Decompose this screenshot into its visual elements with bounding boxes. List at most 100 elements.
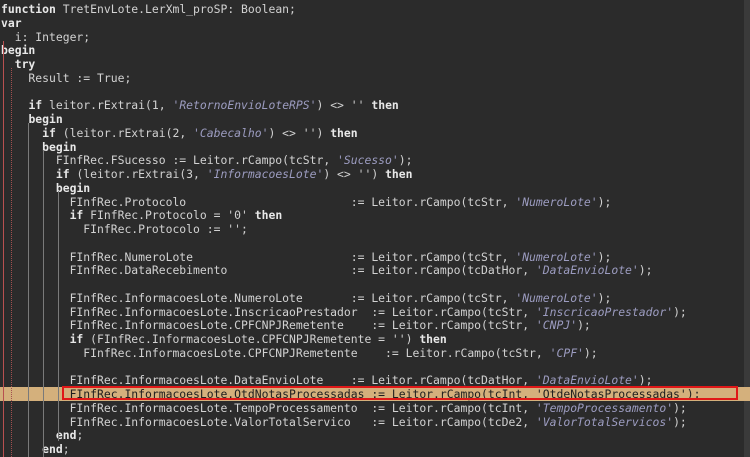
code-string: 'InformacoesLote'	[206, 167, 324, 181]
code-keyword: end	[55, 428, 77, 443]
code-line[interactable]: FInfRec.InformacoesLote.ValorTotalServic…	[0, 415, 750, 429]
code-keyword: then	[371, 98, 399, 113]
code-line[interactable]: FInfRec.InformacoesLote.InscricaoPrestad…	[0, 305, 750, 319]
code-keyword: begin	[42, 139, 77, 154]
code-text: FInfRec.NumeroLote := Leitor.rCampo(tcSt…	[1, 249, 516, 264]
code-text: FInfRec.FSucesso := Leitor.rCampo(tcStr,	[1, 153, 338, 168]
code-text: );	[597, 194, 612, 209]
code-keyword: begin	[28, 112, 63, 126]
code-text: ) <> ''	[316, 98, 372, 113]
code-string: 'TempoProcessamento'	[535, 400, 674, 415]
code-keyword: then	[419, 332, 447, 346]
code-text: );	[686, 387, 701, 401]
code-line[interactable]: begin	[0, 181, 750, 195]
code-string: 'DataEnvioLote'	[535, 373, 639, 388]
code-keyword: var	[1, 15, 22, 30]
code-line[interactable]: begin	[0, 112, 750, 126]
code-text: );	[673, 304, 687, 319]
code-keyword: if	[69, 332, 84, 346]
code-keyword: then	[330, 125, 358, 140]
code-line[interactable]	[0, 277, 750, 291]
code-line[interactable]: if leitor.rExtrai(1, 'RetornoEnvioLoteRP…	[0, 98, 750, 112]
code-text: (leitor.rExtrai(2,	[55, 125, 194, 140]
code-line[interactable]	[0, 236, 750, 250]
code-text: FInfRec.InformacoesLote.QtdNotasProcessa…	[1, 387, 536, 401]
code-keyword: then	[385, 167, 413, 181]
code-text: TretEnvLote.LerXml_proSP: Boolean;	[55, 2, 296, 16]
code-string: 'CNPJ'	[535, 318, 578, 333]
code-text: FInfRec.InformacoesLote.CPFCNPJRemetente…	[1, 345, 550, 360]
code-text: FInfRec.InformacoesLote.CPFCNPJRemetente…	[1, 318, 536, 333]
code-line[interactable]: end;	[0, 442, 750, 456]
code-line[interactable]: FInfRec.Protocolo := '';	[0, 222, 750, 236]
code-line[interactable]: FInfRec.InformacoesLote.TempoProcessamen…	[0, 401, 750, 415]
code-line[interactable]: FInfRec.InformacoesLote.CPFCNPJRemetente…	[0, 346, 750, 360]
code-string: 'RetornoEnvioLoteRPS'	[172, 98, 317, 113]
code-text: );	[597, 249, 612, 264]
code-text: FInfRec.InformacoesLote.DataEnvioLote :=…	[1, 373, 536, 388]
code-line[interactable]: end;	[0, 428, 750, 442]
code-keyword: if	[69, 208, 84, 223]
code-keyword: begin	[55, 180, 91, 195]
code-string: 'ValorTotalServicos'	[535, 414, 674, 429]
code-keyword: if	[42, 125, 56, 140]
code-text: FInfRec.DataRecebimento := Leitor.rCampo…	[1, 263, 536, 278]
code-text: Result := True;	[1, 70, 132, 85]
code-line[interactable]: if (FInfRec.InformacoesLote.CPFCNPJRemet…	[0, 332, 750, 346]
code-text: ) <> '')	[268, 125, 331, 140]
code-text: FInfRec.InformacoesLote.ValorTotalServic…	[1, 414, 536, 429]
code-string: 'InscricaoPrestador'	[535, 304, 674, 319]
code-keyword: then	[254, 208, 283, 223]
code-editor[interactable]: function TretEnvLote.LerXml_proSP: Boole…	[0, 0, 750, 457]
code-line[interactable]: FInfRec.InformacoesLote.NumeroLote := Le…	[0, 291, 750, 305]
code-line[interactable]	[0, 360, 750, 374]
code-text: i: Integer;	[1, 29, 91, 44]
code-line[interactable]: FInfRec.DataRecebimento := Leitor.rCampo…	[0, 263, 750, 277]
code-line[interactable]: FInfRec.InformacoesLote.QtdNotasProcessa…	[0, 387, 750, 401]
code-line[interactable]: if FInfRec.Protocolo = '0' then	[0, 208, 750, 222]
code-text: );	[583, 345, 598, 360]
code-line[interactable]: FInfRec.Protocolo := Leitor.rCampo(tcStr…	[0, 195, 750, 209]
code-text: FInfRec.Protocolo := '';	[1, 222, 248, 236]
code-line[interactable]: i: Integer;	[0, 30, 750, 44]
code-keyword: if	[28, 98, 43, 113]
code-keyword: try	[14, 57, 36, 71]
code-text: FInfRec.Protocolo = '0'	[83, 208, 255, 223]
code-text: );	[673, 400, 687, 415]
code-string: 'CPF'	[549, 345, 584, 360]
code-line[interactable]: begin	[0, 43, 750, 57]
code-line[interactable]: try	[0, 57, 750, 71]
code-line[interactable]: begin	[0, 140, 750, 154]
code-text: (FInfRec.InformacoesLote.CPFCNPJRemetent…	[83, 332, 420, 346]
code-keyword: if	[55, 167, 70, 181]
code-line[interactable]: if (leitor.rExtrai(3, 'InformacoesLote')…	[0, 167, 750, 181]
code-line[interactable]: function TretEnvLote.LerXml_proSP: Boole…	[0, 2, 750, 16]
code-line[interactable]	[0, 85, 750, 99]
code-line[interactable]: if (leitor.rExtrai(2, 'Cabecalho') <> ''…	[0, 126, 750, 140]
code-text: FInfRec.Protocolo := Leitor.rCampo(tcStr…	[1, 194, 516, 209]
code-line[interactable]: Result := True;	[0, 71, 750, 85]
code-line[interactable]: var	[0, 16, 750, 30]
code-text: FInfRec.InformacoesLote.TempoProcessamen…	[1, 400, 536, 415]
code-line[interactable]: FInfRec.FSucesso := Leitor.rCampo(tcStr,…	[0, 153, 750, 167]
code-text: FInfRec.InformacoesLote.InscricaoPrestad…	[1, 304, 536, 319]
code-text: ;	[62, 442, 70, 456]
code-text: FInfRec.InformacoesLote.NumeroLote := Le…	[1, 290, 516, 305]
code-text: ) <> '')	[323, 167, 386, 181]
code-line[interactable]: FInfRec.InformacoesLote.CPFCNPJRemetente…	[0, 318, 750, 332]
code-line[interactable]: FInfRec.NumeroLote := Leitor.rCampo(tcSt…	[0, 250, 750, 264]
code-text: (leitor.rExtrai(3,	[69, 167, 207, 181]
code-text: );	[638, 373, 653, 388]
code-text: );	[398, 153, 413, 168]
code-keyword: end	[42, 442, 63, 456]
code-text: );	[597, 290, 612, 305]
code-line[interactable]: FInfRec.InformacoesLote.DataEnvioLote :=…	[0, 373, 750, 387]
code-string: 'NumeroLote'	[515, 290, 598, 305]
